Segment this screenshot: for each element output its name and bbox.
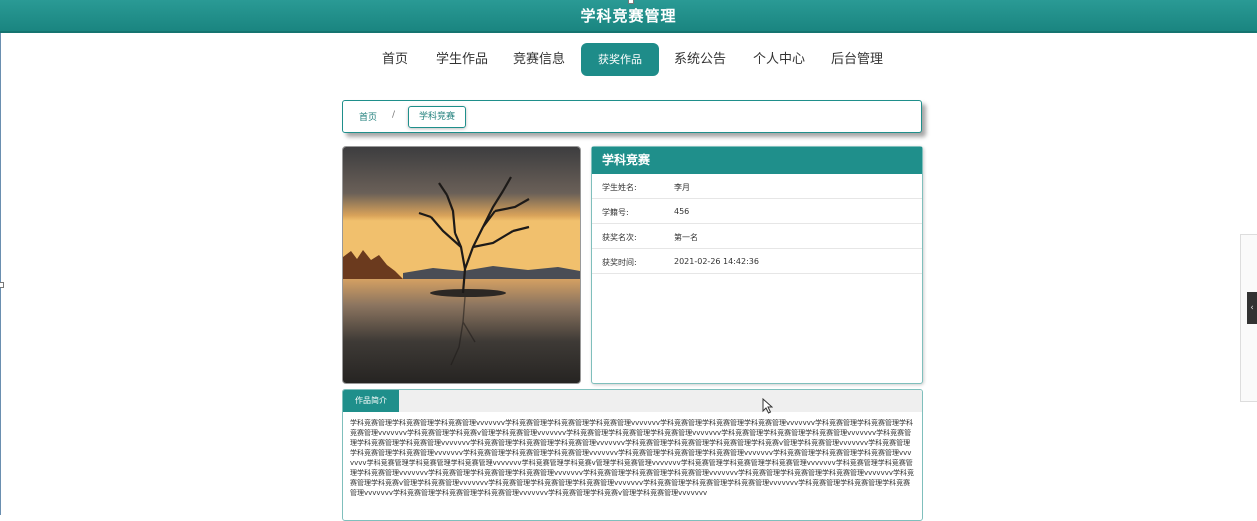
breadcrumb: 首页 / 学科竞赛 xyxy=(342,100,922,133)
nav-item-personal-center[interactable]: 个人中心 xyxy=(750,43,808,76)
field-value: 2021-02-26 14:42:36 xyxy=(674,257,759,266)
detail-row: 学籍号: 456 xyxy=(592,199,922,224)
field-label: 学生姓名: xyxy=(602,183,637,192)
detail-row: 获奖名次: 第一名 xyxy=(592,224,922,249)
site-header: 学科竞赛管理 xyxy=(0,0,1257,33)
lone-tree-lake-image xyxy=(343,147,580,383)
field-value: 第一名 xyxy=(674,233,698,242)
nav-item-competition-info[interactable]: 竞赛信息 xyxy=(510,43,568,76)
nav-item-home[interactable]: 首页 xyxy=(376,43,414,76)
field-value: 李月 xyxy=(674,183,690,192)
main-nav: 首页 学生作品 竞赛信息 获奖作品 系统公告 个人中心 后台管理 xyxy=(0,43,1257,76)
field-value: 456 xyxy=(674,207,690,216)
breadcrumb-separator: / xyxy=(392,110,396,120)
work-photo xyxy=(342,146,581,384)
detail-title: 学科竞赛 xyxy=(592,147,922,174)
nav-item-admin[interactable]: 后台管理 xyxy=(828,43,886,76)
breadcrumb-home-link[interactable]: 首页 xyxy=(359,110,377,123)
detail-row: 获奖时间: 2021-02-26 14:42:36 xyxy=(592,249,922,274)
chevron-left-icon[interactable]: ‹ xyxy=(1247,292,1257,324)
breadcrumb-current[interactable]: 学科竞赛 xyxy=(408,106,466,128)
nav-item-announcements[interactable]: 系统公告 xyxy=(671,43,729,76)
description-text: 学科竞赛管理学科竞赛管理学科竞赛管理vvvvvvv学科竞赛管理学科竞赛管理学科竞… xyxy=(350,419,914,497)
resize-handle[interactable] xyxy=(0,282,4,288)
work-description-panel: 作品简介 学科竞赛管理学科竞赛管理学科竞赛管理vvvvvvv学科竞赛管理学科竞赛… xyxy=(342,389,923,521)
site-title: 学科竞赛管理 xyxy=(580,7,677,25)
mouse-pointer-icon xyxy=(762,398,773,414)
award-detail-panel: 学科竞赛 学生姓名: 李月 学籍号: 456 获奖名次: 第一名 获奖时间: 2… xyxy=(591,146,923,384)
window-frame-edge xyxy=(0,0,1,515)
nav-item-award-works[interactable]: 获奖作品 xyxy=(581,43,659,76)
detail-row: 学生姓名: 李月 xyxy=(592,174,922,199)
description-tab-bar: 作品简介 xyxy=(343,390,922,412)
field-label: 学籍号: xyxy=(602,208,629,217)
tab-work-intro[interactable]: 作品简介 xyxy=(343,390,399,412)
field-label: 获奖名次: xyxy=(602,233,637,242)
resize-handle[interactable] xyxy=(628,0,634,4)
nav-item-student-works[interactable]: 学生作品 xyxy=(433,43,491,76)
field-label: 获奖时间: xyxy=(602,258,637,267)
